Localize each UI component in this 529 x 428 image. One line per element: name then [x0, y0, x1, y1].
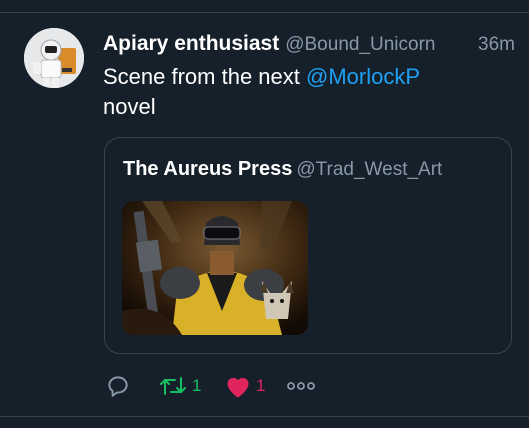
bottom-divider: [0, 416, 529, 417]
retweet-button[interactable]: 1: [158, 371, 201, 401]
tweet-text: Scene from the next @MorlockP novel: [103, 62, 503, 122]
author-name[interactable]: Apiary enthusiast: [103, 32, 279, 55]
tweet-timestamp[interactable]: 36m: [478, 34, 515, 56]
reply-button[interactable]: [105, 371, 131, 401]
quoted-author-name[interactable]: The Aureus Press: [123, 158, 292, 180]
quoted-author-handle[interactable]: @Trad_West_Art: [296, 159, 442, 180]
tweet-header: Apiary enthusiast @Bound_Unicorn 36m: [103, 32, 519, 58]
reply-icon: [105, 373, 131, 399]
mention-link[interactable]: @MorlockP: [306, 64, 420, 89]
quoted-header: The Aureus Press @Trad_West_Art: [123, 158, 442, 181]
more-icon: [287, 380, 315, 392]
avatar-image: [24, 28, 84, 88]
heart-icon: [224, 373, 252, 399]
author-handle[interactable]: @Bound_Unicorn: [285, 34, 435, 55]
quoted-image[interactable]: [122, 201, 308, 335]
top-divider: [0, 0, 529, 13]
like-count: 1: [256, 376, 266, 395]
retweet-icon: [158, 373, 188, 399]
retweet-count: 1: [192, 376, 202, 395]
avatar[interactable]: [24, 28, 84, 88]
tweet-actions: 1 1: [105, 371, 405, 401]
more-button[interactable]: [287, 371, 315, 401]
quoted-tweet[interactable]: The Aureus Press @Trad_West_Art: [104, 137, 512, 354]
tweet-text-part: novel: [103, 94, 156, 119]
like-button[interactable]: 1: [224, 371, 265, 401]
tweet-text-part: Scene from the next: [103, 64, 306, 89]
